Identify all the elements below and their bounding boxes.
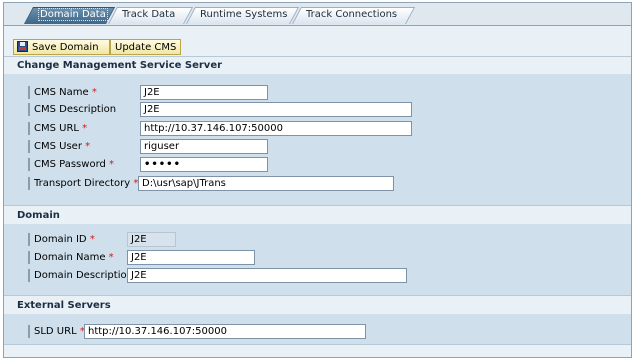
tab-label: Track Connections	[306, 9, 398, 20]
sld-url-label: SLD URL *	[28, 324, 85, 339]
cms-description-field[interactable]: J2E	[140, 102, 412, 117]
tab-domain-data[interactable]: Domain Data	[24, 7, 116, 24]
save-domain-label: Save Domain	[32, 42, 99, 53]
cms-url-label: CMS URL *	[28, 121, 87, 136]
update-cms-button[interactable]: Update CMS	[110, 39, 181, 55]
domain-description-field[interactable]: J2E	[127, 268, 407, 283]
tab-strip: Domain Data Track Data Runtime Systems T…	[4, 3, 631, 26]
cms-name-field[interactable]: J2E	[140, 85, 268, 100]
tab-label: Track Data	[122, 9, 176, 20]
cms-password-label: CMS Password *	[28, 157, 114, 172]
divider	[4, 295, 631, 296]
cms-user-field[interactable]: riguser	[140, 139, 268, 154]
section-title-external-servers: External Servers	[17, 300, 111, 311]
tab-runtime-systems[interactable]: Runtime Systems	[186, 7, 300, 24]
transport-directory-field[interactable]: D:\usr\sap\JTrans	[138, 176, 394, 191]
transport-directory-label: Transport Directory *	[28, 176, 138, 191]
section-title-domain: Domain	[17, 210, 60, 221]
domain-id-label: Domain ID *	[28, 232, 95, 247]
domain-name-label: Domain Name *	[28, 250, 114, 265]
divider	[4, 205, 631, 206]
tab-label: Runtime Systems	[200, 9, 288, 20]
domain-id-field: J2E	[127, 232, 176, 247]
cms-url-field[interactable]: http://10.37.146.107:50000	[140, 121, 412, 136]
tab-track-connections[interactable]: Track Connections	[292, 7, 416, 24]
floppy-disk-icon	[17, 41, 28, 52]
save-domain-button[interactable]: Save Domain	[13, 39, 110, 55]
domain-name-field[interactable]: J2E	[127, 250, 255, 265]
cms-description-label: CMS Description	[28, 102, 116, 117]
section-title-cms: Change Management Service Server	[17, 60, 223, 71]
divider	[4, 56, 631, 57]
tab-label: Domain Data	[38, 8, 108, 21]
divider	[4, 344, 631, 345]
cms-user-label: CMS User *	[28, 139, 90, 154]
domain-panel: Domain Data Track Data Runtime Systems T…	[3, 2, 632, 358]
domain-description-label: Domain Description	[28, 268, 133, 283]
cms-name-label: CMS Name *	[28, 85, 97, 100]
update-cms-label: Update CMS	[115, 42, 177, 53]
tab-track-data[interactable]: Track Data	[108, 7, 194, 24]
cms-password-field[interactable]: •••••	[140, 157, 268, 172]
sld-url-field[interactable]: http://10.37.146.107:50000	[84, 324, 366, 339]
